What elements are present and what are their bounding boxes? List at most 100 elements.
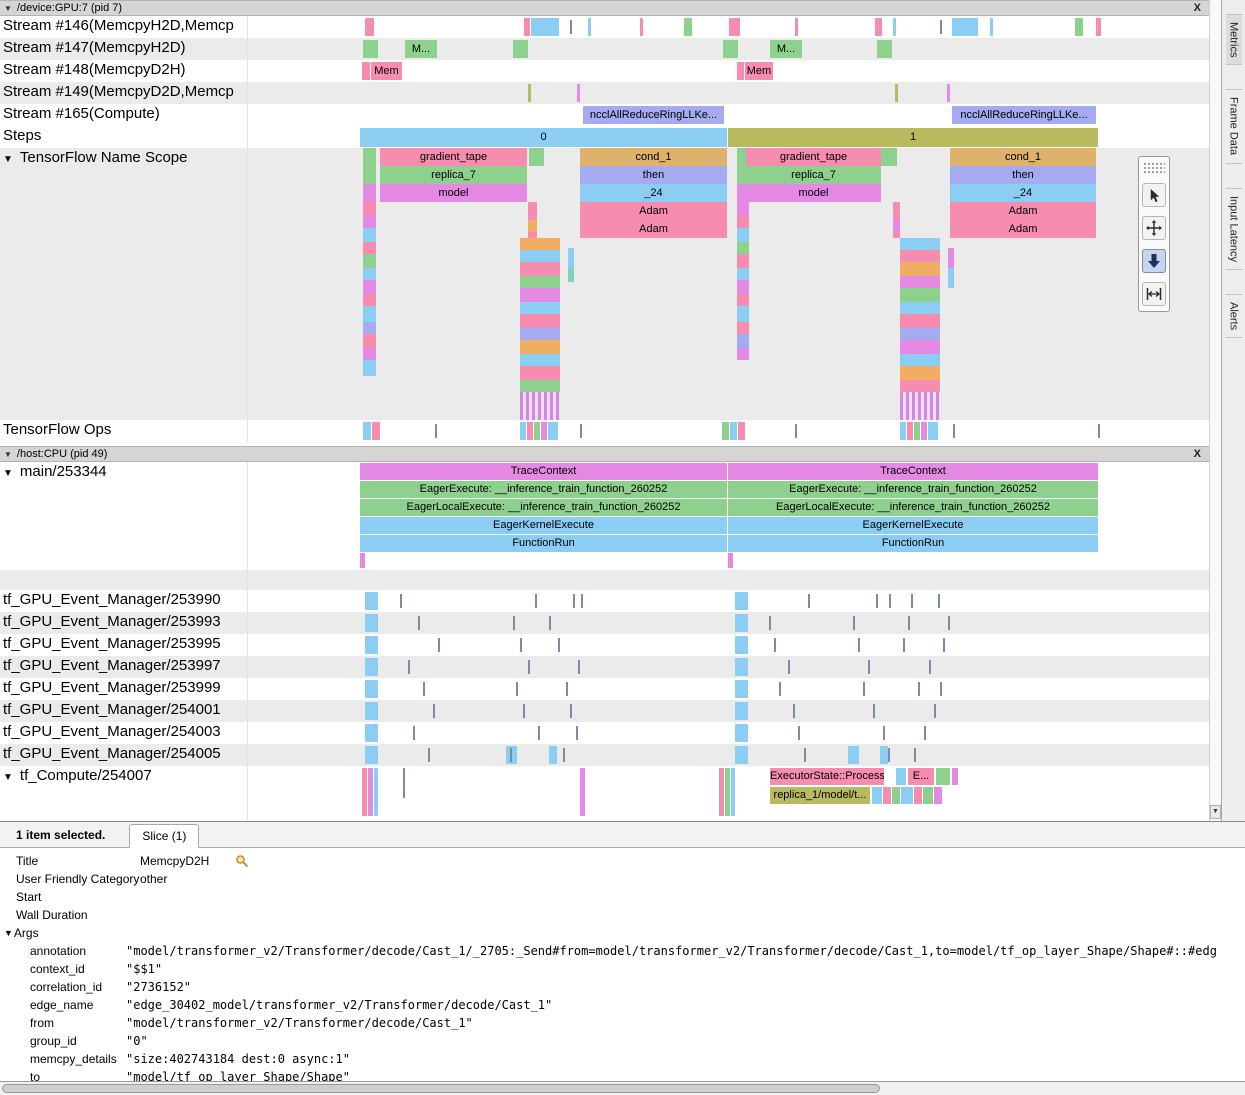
trace-event-tick[interactable] [889, 594, 891, 608]
trace-event[interactable] [365, 18, 374, 36]
trace-event[interactable] [365, 680, 378, 698]
trace-event[interactable]: then [580, 166, 727, 184]
trace-event[interactable] [1075, 18, 1083, 36]
trace-event[interactable] [875, 18, 882, 36]
cpu-close-button[interactable]: X [1194, 448, 1201, 460]
trace-event[interactable] [900, 250, 940, 262]
trace-event-tick[interactable] [423, 682, 425, 696]
trace-event[interactable] [848, 746, 859, 764]
trace-event-tick[interactable] [520, 638, 522, 652]
trace-event[interactable] [528, 84, 531, 102]
trace-event[interactable] [907, 422, 913, 440]
trace-event[interactable] [524, 18, 530, 36]
trace-event[interactable] [735, 724, 748, 742]
trace-event-tick[interactable] [883, 726, 885, 740]
trace-event[interactable] [363, 334, 376, 348]
trace-event[interactable]: then [950, 166, 1096, 184]
trace-event-tick[interactable] [513, 616, 515, 630]
trace-event[interactable] [520, 392, 560, 420]
trace-event[interactable]: replica_1/model/t... [770, 787, 870, 804]
trace-event[interactable] [900, 276, 940, 288]
trace-event[interactable] [923, 787, 933, 804]
trace-event[interactable] [952, 18, 978, 36]
trace-event[interactable] [990, 18, 993, 36]
trace-event[interactable] [731, 768, 735, 816]
trace-event[interactable]: Adam [580, 220, 727, 238]
row-track[interactable] [248, 590, 1209, 612]
trace-event[interactable] [548, 422, 558, 440]
row-track[interactable]: ExecutorState::ProcessE...replica_1/mode… [248, 766, 1209, 820]
trace-event[interactable] [914, 422, 920, 440]
trace-event[interactable] [795, 18, 798, 36]
trace-event[interactable] [365, 592, 378, 610]
trace-event[interactable] [528, 220, 537, 232]
expand-icon[interactable]: ▼ [3, 772, 13, 783]
trace-event[interactable] [900, 422, 906, 440]
trace-event[interactable] [735, 680, 748, 698]
trace-event-tick[interactable] [903, 638, 905, 652]
trace-event[interactable]: replica_7 [380, 166, 527, 184]
trace-event[interactable]: cond_1 [580, 148, 727, 166]
trace-event-tick[interactable] [538, 726, 540, 740]
trace-event[interactable] [365, 724, 378, 742]
trace-event[interactable]: EagerLocalExecute: __inference_train_fun… [360, 499, 727, 516]
trace-event-tick[interactable] [788, 660, 790, 674]
trace-event[interactable] [365, 746, 378, 764]
trace-event[interactable] [577, 84, 580, 102]
row-track[interactable] [248, 612, 1209, 634]
row-track[interactable] [248, 570, 1209, 590]
trace-event[interactable] [900, 340, 940, 354]
trace-event[interactable] [872, 787, 882, 804]
trace-event-tick[interactable] [953, 424, 955, 438]
trace-event[interactable]: Mem [745, 62, 773, 80]
trace-event[interactable]: 1 [728, 128, 1098, 147]
trace-event[interactable] [520, 380, 560, 392]
trace-event-tick[interactable] [908, 616, 910, 630]
trace-event[interactable] [363, 422, 371, 440]
trace-event[interactable]: gradient_tape [380, 148, 527, 166]
trace-event[interactable] [900, 380, 940, 392]
row-track[interactable]: gradient_tapereplica_7modelcond_1then_24… [248, 148, 1209, 420]
trace-event[interactable] [737, 184, 746, 202]
trace-event[interactable] [520, 288, 560, 302]
trace-event[interactable] [640, 18, 643, 36]
trace-event[interactable] [895, 84, 898, 102]
trace-event[interactable] [735, 636, 748, 654]
trace-event[interactable]: Mem [371, 62, 402, 80]
trace-event-tick[interactable] [566, 682, 568, 696]
trace-event[interactable] [684, 18, 692, 36]
trace-event[interactable] [735, 658, 748, 676]
row-track[interactable]: 01 [248, 126, 1209, 148]
trace-event-tick[interactable] [868, 660, 870, 674]
trace-event[interactable] [520, 328, 560, 340]
trace-event-tick[interactable] [581, 594, 583, 608]
row-track[interactable] [248, 420, 1209, 442]
trace-event-tick[interactable] [578, 660, 580, 674]
trace-event-tick[interactable] [570, 704, 572, 718]
trace-event[interactable] [893, 202, 900, 220]
trace-event[interactable]: Adam [580, 202, 727, 220]
trace-event[interactable] [362, 768, 367, 816]
trace-event[interactable] [363, 166, 376, 184]
trace-event-tick[interactable] [808, 594, 810, 608]
row-track[interactable] [248, 722, 1209, 744]
sidebar-tab-frame-data[interactable]: Frame Data [1226, 89, 1242, 163]
trace-event[interactable] [372, 422, 380, 440]
trace-event-tick[interactable] [940, 20, 942, 34]
trace-event[interactable] [914, 787, 922, 804]
trace-event[interactable] [737, 268, 749, 280]
trace-event-tick[interactable] [924, 726, 926, 740]
trace-event[interactable]: ExecutorState::Process [770, 768, 884, 785]
trace-event-tick[interactable] [433, 704, 435, 718]
trace-event[interactable] [892, 787, 900, 804]
trace-event[interactable] [520, 238, 560, 250]
trace-event[interactable] [363, 268, 376, 280]
trace-event[interactable] [730, 422, 737, 440]
trace-event-tick[interactable] [873, 704, 875, 718]
trace-event[interactable] [729, 18, 740, 36]
trace-event[interactable] [893, 220, 900, 232]
trace-event[interactable] [363, 322, 376, 334]
sidebar-tab-metrics[interactable]: Metrics [1226, 14, 1242, 65]
trace-event[interactable]: gradient_tape [746, 148, 881, 166]
trace-event[interactable] [529, 148, 544, 166]
